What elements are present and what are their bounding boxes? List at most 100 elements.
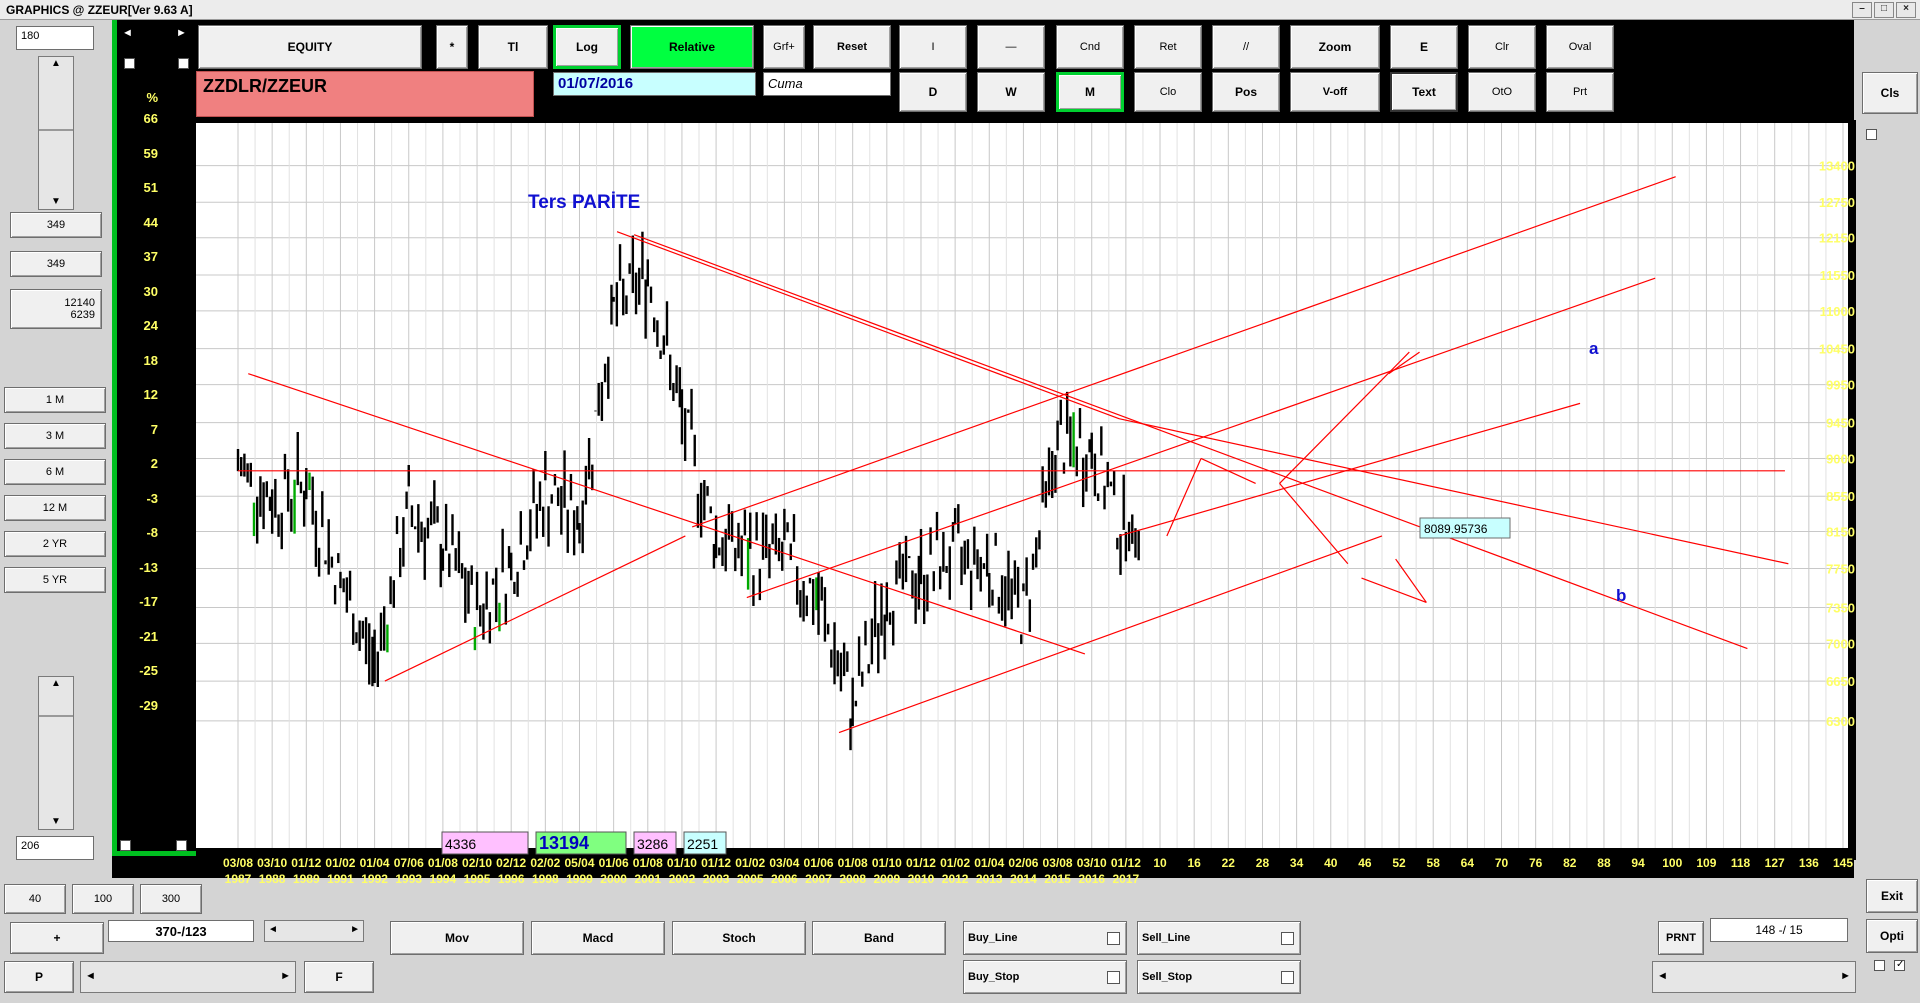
option-checkbox-2[interactable]: ✓: [1894, 959, 1905, 971]
tool-clr-button[interactable]: Clr: [1468, 25, 1536, 69]
position-scrollbar[interactable]: ◄ ►: [264, 920, 364, 942]
buy-line-checkbox[interactable]: [1107, 932, 1120, 945]
tool-e-button[interactable]: E: [1390, 25, 1458, 69]
chart-checkbox[interactable]: [1866, 129, 1877, 140]
tool-voff-button[interactable]: V-off: [1290, 72, 1380, 112]
tool-zoom-button[interactable]: Zoom: [1290, 25, 1380, 69]
period-12m-button[interactable]: 12 M: [4, 495, 106, 521]
left-axis-tick-label: 7: [150, 421, 158, 437]
scroll-right-icon[interactable]: ►: [280, 970, 291, 982]
top-value-field[interactable]: 180: [16, 26, 94, 50]
sell-stop-checkbox[interactable]: [1281, 971, 1294, 984]
zoom-300-button[interactable]: 300: [140, 884, 202, 914]
maximize-button[interactable]: □: [1874, 2, 1894, 18]
left-axis-tick-label: -8: [146, 525, 158, 541]
period-3m-button[interactable]: 3 M: [4, 423, 106, 449]
chart-annotation-title[interactable]: Ters PARİTE: [528, 192, 640, 213]
tool-prt-button[interactable]: Prt: [1546, 72, 1614, 112]
option-checkbox-1[interactable]: [1874, 960, 1885, 971]
p-button[interactable]: P: [4, 961, 74, 993]
checkbox-bottom-right[interactable]: [176, 840, 187, 851]
scroll-right-icon[interactable]: ►: [350, 924, 360, 935]
horizontal-scrollbar[interactable]: ◄ ►: [80, 961, 296, 993]
sell-stop-toggle[interactable]: Sell_Stop: [1137, 960, 1301, 994]
right-panel: [1854, 20, 1920, 882]
left-axis-tick-label: 37: [143, 249, 158, 265]
sell-line-checkbox[interactable]: [1281, 932, 1294, 945]
arrow-right-icon[interactable]: ►: [176, 27, 187, 39]
tool-parallel-button[interactable]: //: [1212, 25, 1280, 69]
scroll-up-icon[interactable]: ▲: [39, 57, 73, 71]
macd-button[interactable]: Macd: [531, 921, 665, 955]
tool-ret-button[interactable]: Ret: [1134, 25, 1202, 69]
scroll-left-icon[interactable]: ◄: [1657, 970, 1668, 982]
period-1m-button[interactable]: 1 M: [4, 387, 106, 413]
scroll-up-icon[interactable]: ▲: [39, 677, 73, 691]
tool-cnd-button[interactable]: Cnd: [1056, 25, 1124, 69]
checkbox-top-right[interactable]: [178, 58, 189, 69]
range-box: 12140 6239: [10, 289, 102, 329]
interval-d-button[interactable]: D: [899, 72, 967, 112]
period-5yr-button[interactable]: 5 YR: [4, 567, 106, 593]
left-axis-tick-label: 24: [143, 318, 158, 334]
right-axis-tick-label: 11550: [1820, 268, 1855, 283]
plus-button[interactable]: +: [10, 922, 104, 954]
zoom-40-button[interactable]: 40: [4, 884, 66, 914]
stoch-button[interactable]: Stoch: [672, 921, 806, 955]
band-button[interactable]: Band: [812, 921, 946, 955]
buy-line-toggle[interactable]: Buy_Line: [963, 921, 1127, 955]
tool-oto-button[interactable]: OtO: [1468, 72, 1536, 112]
scroll-left-icon[interactable]: ◄: [268, 924, 278, 935]
scroll-down-icon[interactable]: ▼: [39, 815, 73, 829]
grf-plus-button[interactable]: Grf+: [763, 25, 805, 69]
zoom-100-button[interactable]: 100: [72, 884, 134, 914]
day-field: Cuma: [763, 72, 891, 96]
minimize-button[interactable]: –: [1852, 2, 1872, 18]
star-button[interactable]: *: [436, 25, 468, 69]
price-label-text: 8089.95736: [1424, 522, 1488, 536]
price-chart[interactable]: 13400 12750 12150 11550 11000 10450 9950 9450 90…: [196, 120, 1856, 860]
left-lower-scrollbar[interactable]: ▲ ▼: [38, 676, 74, 830]
stat-box-value: 3286: [637, 836, 668, 852]
buy-stop-checkbox[interactable]: [1107, 971, 1120, 984]
relative-button[interactable]: Relative: [630, 25, 754, 69]
tool-oval-button[interactable]: Oval: [1546, 25, 1614, 69]
window-title: GRAPHICS @ ZZEUR[Ver 9.63 A]: [6, 2, 193, 17]
scroll-right-icon[interactable]: ►: [1840, 970, 1851, 982]
bottom-value-field[interactable]: 206: [16, 836, 94, 860]
interval-w-button[interactable]: W: [977, 72, 1045, 112]
mov-button[interactable]: Mov: [390, 921, 524, 955]
sell-line-toggle[interactable]: Sell_Line: [1137, 921, 1301, 955]
equity-button[interactable]: EQUITY: [198, 25, 422, 69]
date-field[interactable]: 01/07/2016: [553, 72, 756, 96]
tl-button[interactable]: Tl: [478, 25, 548, 69]
tool-clo-button[interactable]: Clo: [1134, 72, 1202, 112]
cls-button[interactable]: Cls: [1862, 72, 1918, 114]
exit-button[interactable]: Exit: [1866, 879, 1918, 913]
scroll-left-icon[interactable]: ◄: [85, 970, 96, 982]
wave-label-a[interactable]: a: [1589, 339, 1599, 358]
right-axis-tick-label: 6300: [1826, 714, 1855, 729]
period-6m-button[interactable]: 6 M: [4, 459, 106, 485]
opti-button[interactable]: Opti: [1866, 919, 1918, 953]
title-bar: GRAPHICS @ ZZEUR[Ver 9.63 A] – □ ×: [0, 0, 1920, 20]
right-scrollbar[interactable]: ◄ ►: [1652, 961, 1856, 993]
close-button[interactable]: ×: [1896, 2, 1916, 18]
tool-hline-button[interactable]: —: [977, 25, 1045, 69]
interval-m-button[interactable]: M: [1056, 72, 1124, 112]
wave-label-b[interactable]: b: [1616, 586, 1626, 605]
left-upper-scrollbar[interactable]: ▲ ▼: [38, 56, 74, 210]
tool-pos-button[interactable]: Pos: [1212, 72, 1280, 112]
f-button[interactable]: F: [304, 961, 374, 993]
tool-i-button[interactable]: I: [899, 25, 967, 69]
green-frame-left: [112, 20, 117, 856]
buy-stop-toggle[interactable]: Buy_Stop: [963, 960, 1127, 994]
prnt-button[interactable]: PRNT: [1658, 921, 1704, 955]
log-button[interactable]: Log: [553, 25, 621, 69]
stat-box-value: 13194: [539, 833, 589, 853]
scroll-down-icon[interactable]: ▼: [39, 195, 73, 209]
period-2yr-button[interactable]: 2 YR: [4, 531, 106, 557]
tool-text-button[interactable]: Text: [1390, 72, 1458, 112]
x-axis-labels: 03/08 1987 03/10 1988 01/12 1989 01/02 1991…: [196, 855, 1856, 889]
reset-button[interactable]: Reset: [813, 25, 891, 69]
